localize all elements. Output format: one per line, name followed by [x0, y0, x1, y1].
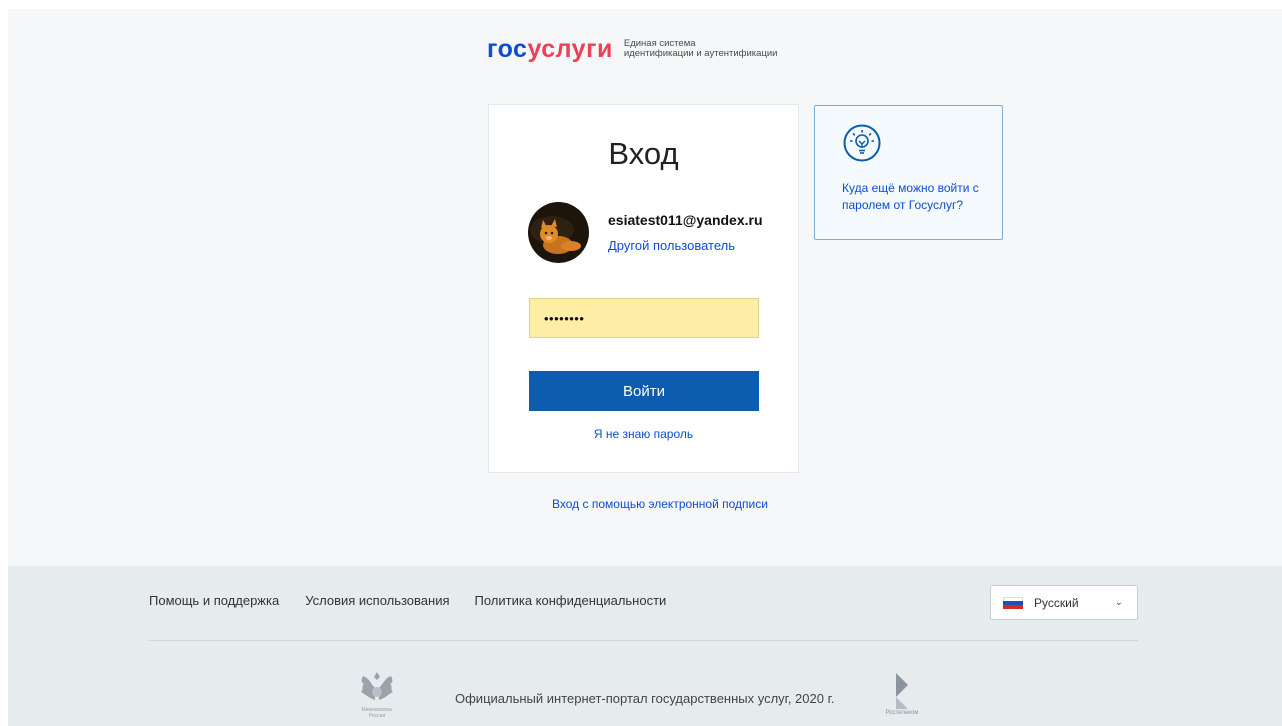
login-title: Вход	[608, 136, 679, 171]
logo-subtitle: Единая система идентификации и аутентифи…	[624, 39, 778, 59]
logo-wordmark: госуслуги	[487, 36, 613, 62]
eds-login-link[interactable]: Вход с помощью электронной подписи	[8, 497, 1282, 511]
footer-links: Помощь и поддержка Условия использования…	[149, 593, 692, 608]
gosuslugi-logo: госуслуги Единая система идентификации и…	[487, 36, 778, 62]
user-email: esiatest011@yandex.ru	[608, 212, 763, 228]
logo-subtitle-line2: идентификации и аутентификации	[623, 48, 778, 59]
page: госуслуги Единая система идентификации и…	[8, 9, 1282, 726]
copyright-text: Официальный интернет-портал государствен…	[455, 691, 835, 706]
login-button[interactable]: Войти	[529, 371, 759, 411]
main-area: госуслуги Единая система идентификации и…	[8, 9, 1282, 566]
avatar-cat-image	[528, 202, 589, 263]
other-user-link[interactable]: Другой пользователь	[608, 238, 735, 253]
rostelecom-logo: Ростелеком	[886, 673, 919, 716]
lightbulb-icon	[843, 124, 881, 162]
hint-card[interactable]: Куда ещё можно войти с паролем от Госусл…	[814, 105, 1003, 240]
language-select[interactable]: Русский ⌄	[990, 585, 1138, 620]
login-card: Вход esiatest011@yandex.ru Другой пользо…	[488, 104, 799, 473]
password-field[interactable]	[529, 298, 759, 338]
footer: Помощь и поддержка Условия использования…	[8, 566, 1282, 726]
footer-divider	[149, 640, 1138, 641]
language-label: Русский	[1034, 595, 1079, 610]
user-avatar	[528, 202, 589, 263]
chevron-down-icon: ⌄	[1114, 597, 1123, 608]
footer-link-terms[interactable]: Условия использования	[305, 593, 449, 608]
hint-link[interactable]: Куда ещё можно войти с паролем от Госусл…	[842, 180, 1002, 214]
rostelecom-logo-text: Ростелеком	[886, 710, 919, 716]
logo-part-uslugi: услуги	[527, 35, 613, 63]
footer-link-help[interactable]: Помощь и поддержка	[149, 593, 279, 608]
russia-flag-icon	[1003, 596, 1023, 609]
logo-part-gos: гос	[487, 35, 528, 63]
forgot-password-link[interactable]: Я не знаю пароль	[489, 427, 798, 441]
footer-link-privacy[interactable]: Политика конфиденциальности	[475, 593, 667, 608]
ministry-emblem-logo: Минкомсвязь России	[361, 672, 393, 719]
ministry-logo-text-2: России	[369, 713, 386, 719]
